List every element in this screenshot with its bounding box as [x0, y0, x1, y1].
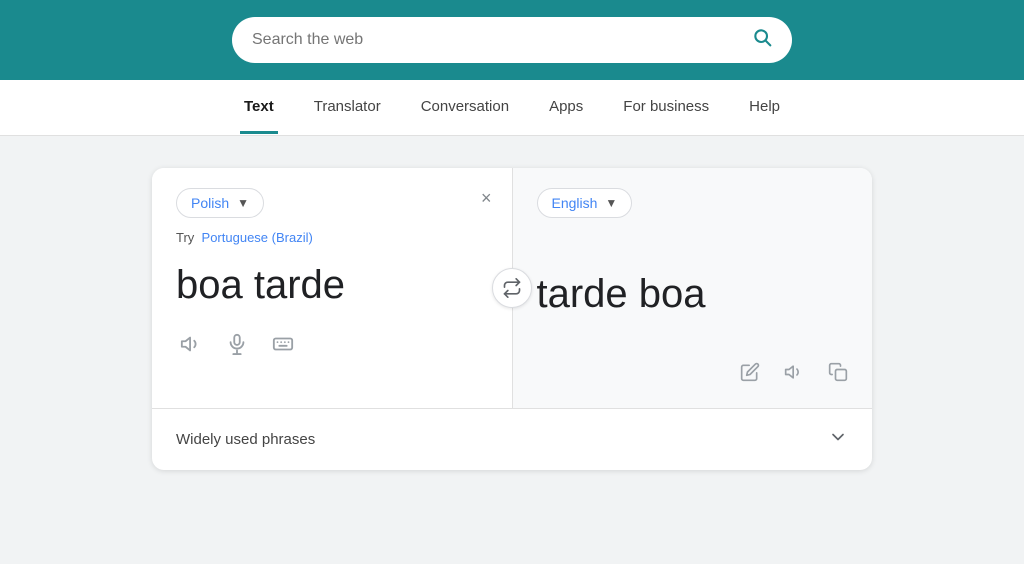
- phrases-section[interactable]: Widely used phrases: [152, 408, 872, 470]
- translation-panels: Polish ▼ × Try Portuguese (Brazil) boa t…: [152, 168, 872, 408]
- source-lang-label: Polish: [191, 195, 229, 211]
- target-toolbar: [736, 358, 852, 392]
- source-lang-arrow: ▼: [237, 196, 249, 210]
- chevron-down-icon: [828, 427, 848, 452]
- nav-item-help[interactable]: Help: [745, 82, 784, 134]
- clear-button[interactable]: ×: [481, 188, 492, 209]
- source-toolbar: [176, 329, 492, 365]
- translator-card: Polish ▼ × Try Portuguese (Brazil) boa t…: [152, 168, 872, 470]
- nav-item-translator[interactable]: Translator: [310, 82, 385, 134]
- suggest-lang-link[interactable]: Portuguese (Brazil): [202, 230, 313, 245]
- target-translation-text: tarde boa: [537, 270, 853, 318]
- header: [0, 0, 1024, 80]
- phrases-label: Widely used phrases: [176, 431, 315, 448]
- target-panel: English ▼ tarde boa: [513, 168, 873, 408]
- swap-button[interactable]: [492, 268, 532, 308]
- target-lang-selector[interactable]: English ▼: [537, 188, 633, 218]
- nav-item-apps[interactable]: Apps: [545, 82, 587, 134]
- nav-item-text[interactable]: Text: [240, 82, 278, 134]
- target-lang-arrow: ▼: [605, 196, 617, 210]
- nav-item-conversation[interactable]: Conversation: [417, 82, 513, 134]
- nav-item-for-business[interactable]: For business: [619, 82, 713, 134]
- search-input[interactable]: [252, 31, 742, 49]
- source-speaker-icon[interactable]: [176, 329, 206, 365]
- target-copy-icon[interactable]: [824, 358, 852, 392]
- suggest-text: Try Portuguese (Brazil): [176, 230, 492, 245]
- source-lang-selector[interactable]: Polish ▼: [176, 188, 264, 218]
- source-translation-text: boa tarde: [176, 261, 492, 309]
- search-icon[interactable]: [752, 27, 772, 53]
- target-lang-label: English: [552, 195, 598, 211]
- main-content: Polish ▼ × Try Portuguese (Brazil) boa t…: [0, 136, 1024, 502]
- source-panel: Polish ▼ × Try Portuguese (Brazil) boa t…: [152, 168, 513, 408]
- nav: Text Translator Conversation Apps For bu…: [0, 80, 1024, 136]
- suggest-prefix: Try: [176, 230, 194, 245]
- target-edit-icon[interactable]: [736, 358, 764, 392]
- target-speaker-icon[interactable]: [780, 358, 808, 392]
- search-bar: [232, 17, 792, 63]
- source-keyboard-icon[interactable]: [268, 329, 298, 365]
- source-mic-icon[interactable]: [222, 329, 252, 365]
